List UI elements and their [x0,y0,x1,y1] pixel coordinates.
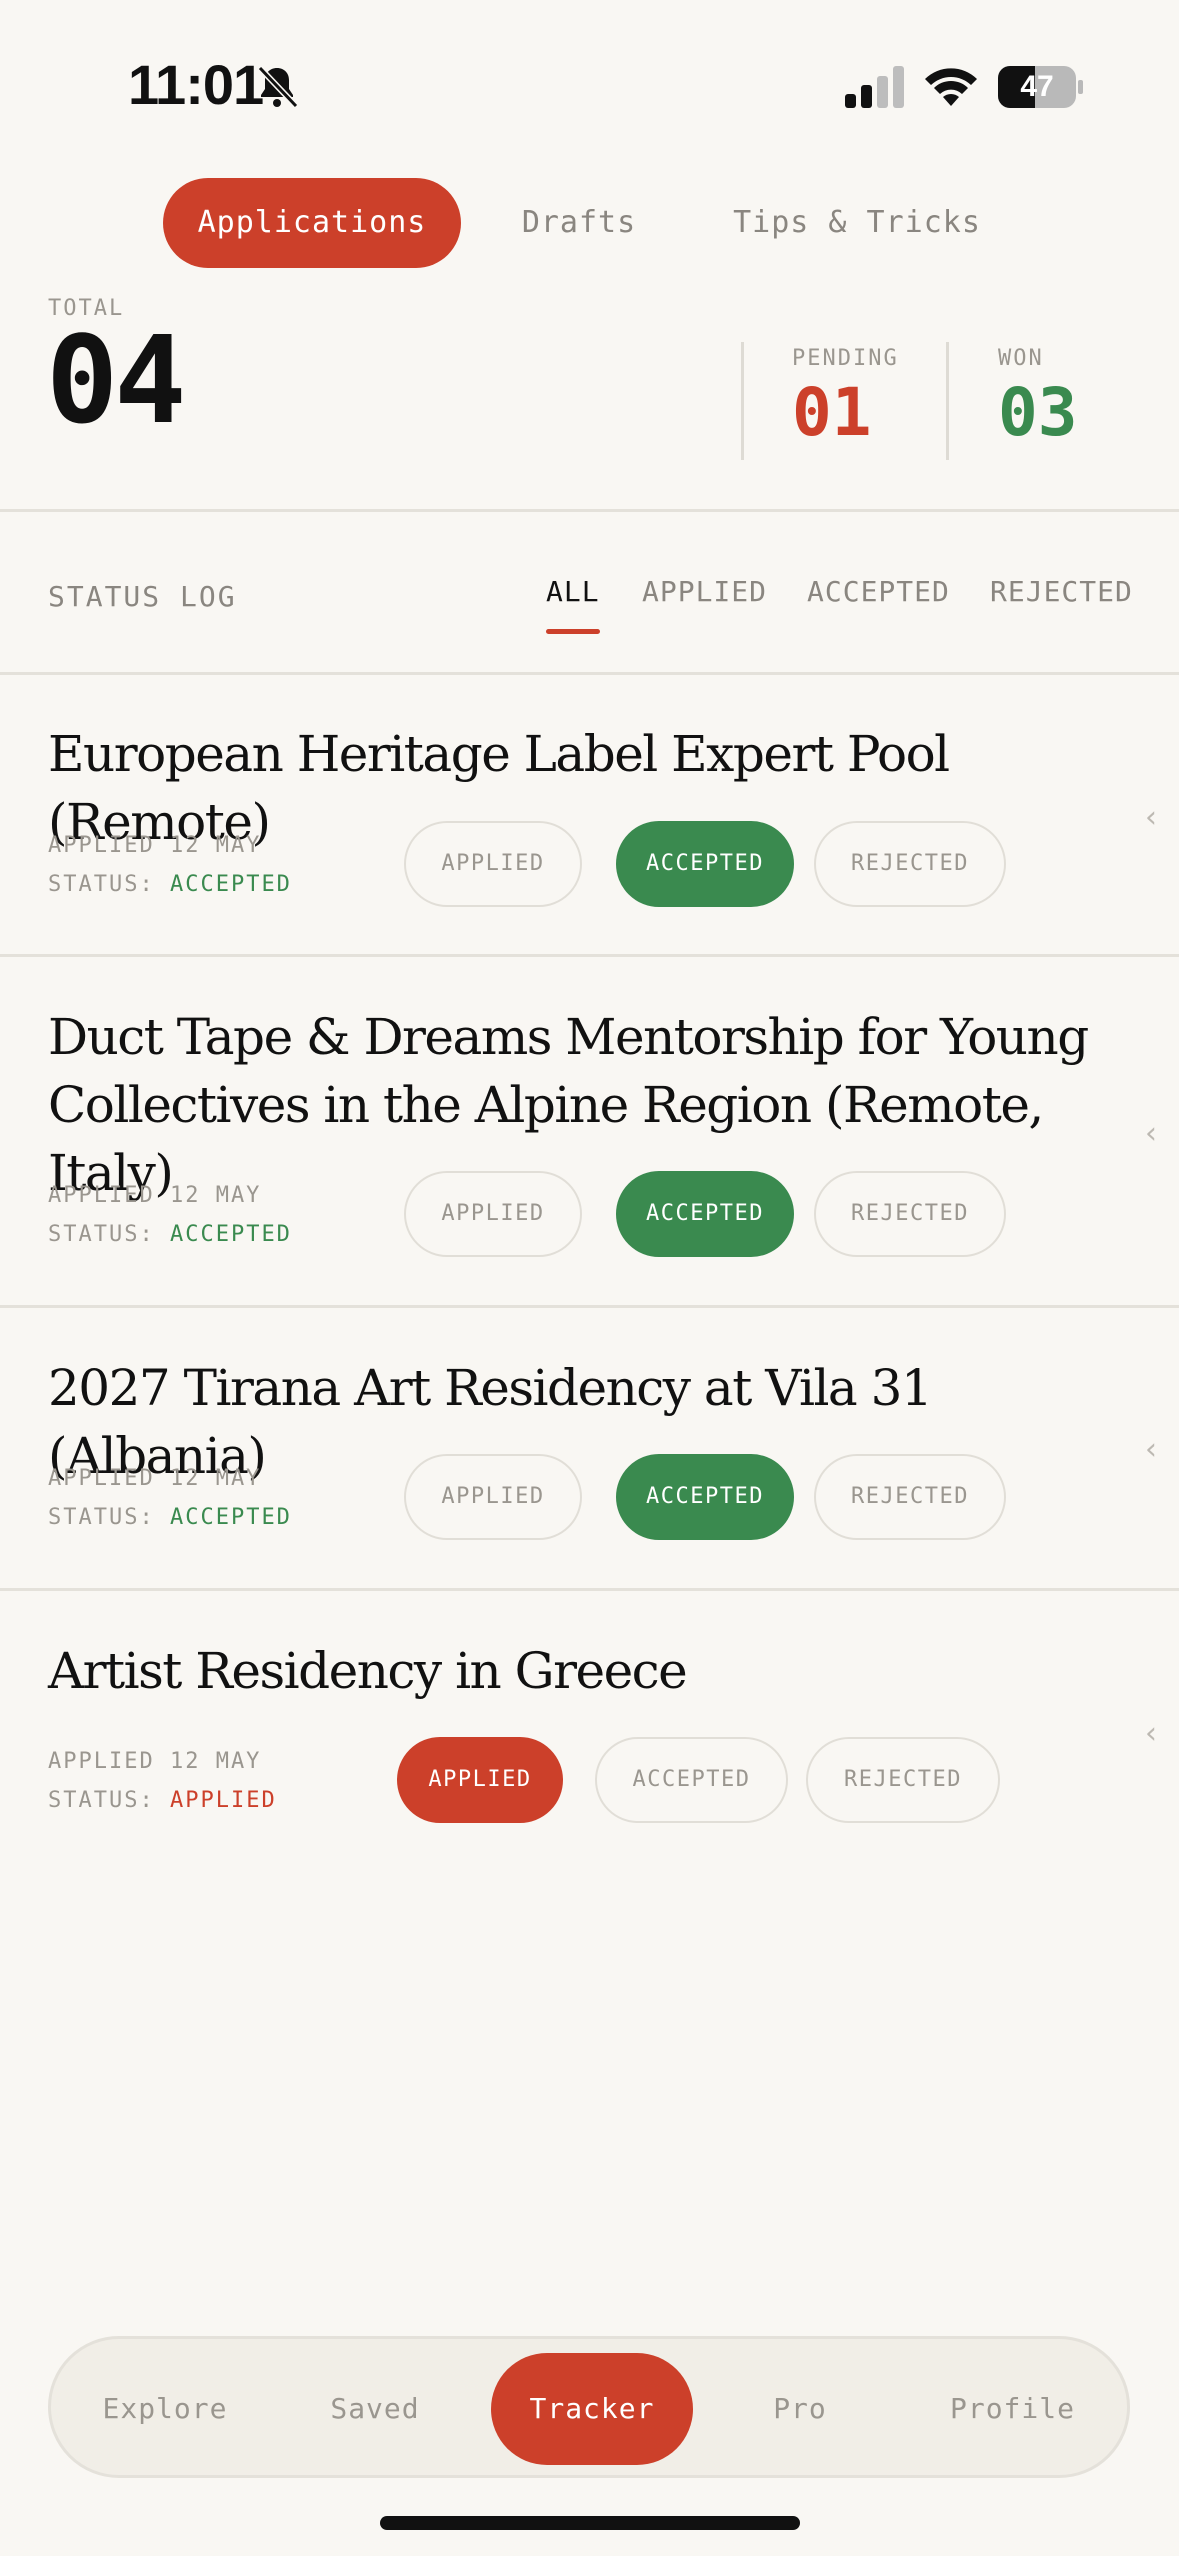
application-title[interactable]: Artist Residency in Greece [48,1637,1108,1705]
status-line: STATUS: ACCEPTED [48,865,292,904]
status-log-title: STATUS LOG [48,580,237,613]
status-line: STATUS: ACCEPTED [48,1215,292,1254]
filter-rejected[interactable]: REJECTED [990,575,1133,608]
accepted-button[interactable]: ACCEPTED [616,821,794,907]
applied-button[interactable]: APPLIED [404,821,582,907]
chevron-left-icon[interactable]: ‹ [1145,1116,1157,1151]
battery-icon: 47 [998,66,1076,108]
application-meta: APPLIED 12 MAY STATUS: ACCEPTED [48,826,292,904]
applied-date: APPLIED 12 MAY [48,833,262,858]
applied-button[interactable]: APPLIED [404,1171,582,1257]
nav-profile[interactable]: Profile [920,2353,1105,2465]
total-count: 04 [46,312,186,451]
tab-drafts[interactable]: Drafts [500,178,658,268]
applied-date: APPLIED 12 MAY [48,1466,262,1491]
won-label: WON [998,346,1044,371]
applied-button[interactable]: APPLIED [404,1454,582,1540]
stats-divider [946,342,949,460]
applied-date: APPLIED 12 MAY [48,1749,262,1774]
status-label: STATUS: [48,1222,155,1247]
won-count: 03 [998,374,1078,451]
nav-pro[interactable]: Pro [720,2353,880,2465]
status-label: STATUS: [48,1505,155,1530]
nav-explore[interactable]: Explore [70,2353,260,2465]
accepted-button[interactable]: ACCEPTED [595,1737,788,1823]
cellular-signal-icon [845,66,904,108]
tab-applications[interactable]: Applications [163,178,461,268]
home-indicator [380,2516,800,2530]
active-filter-underline [546,629,600,634]
status-line: STATUS: ACCEPTED [48,1498,292,1537]
status-time: 11:01 [128,53,264,116]
nav-tracker[interactable]: Tracker [491,2353,693,2465]
divider [0,672,1179,675]
wifi-icon [925,68,977,106]
battery-level: 47 [1020,70,1054,103]
divider [0,509,1179,512]
status-line: STATUS: APPLIED [48,1781,277,1820]
status-value: ACCEPTED [169,1505,292,1530]
tab-tips-and-tricks[interactable]: Tips & Tricks [718,178,996,268]
chevron-left-icon[interactable]: ‹ [1145,1432,1157,1467]
application-meta: APPLIED 12 MAY STATUS: ACCEPTED [48,1459,292,1537]
rejected-button[interactable]: REJECTED [814,1454,1006,1540]
applied-button[interactable]: APPLIED [397,1737,563,1823]
rejected-button[interactable]: REJECTED [814,821,1006,907]
divider [0,1588,1179,1591]
application-meta: APPLIED 12 MAY STATUS: APPLIED [48,1742,277,1820]
status-value: APPLIED [169,1788,277,1813]
divider [0,954,1179,957]
divider [0,1305,1179,1308]
nav-saved[interactable]: Saved [290,2353,460,2465]
status-value: ACCEPTED [169,872,292,897]
status-value: ACCEPTED [169,1222,292,1247]
accepted-button[interactable]: ACCEPTED [616,1454,794,1540]
battery-cap [1078,80,1083,94]
stats-divider [741,342,744,460]
filter-accepted[interactable]: ACCEPTED [807,575,950,608]
rejected-button[interactable]: REJECTED [814,1171,1006,1257]
applied-date: APPLIED 12 MAY [48,1183,262,1208]
filter-applied[interactable]: APPLIED [642,575,767,608]
bell-slash-icon [257,65,299,109]
accepted-button[interactable]: ACCEPTED [616,1171,794,1257]
status-label: STATUS: [48,1788,155,1813]
filter-all[interactable]: ALL [546,575,600,608]
application-meta: APPLIED 12 MAY STATUS: ACCEPTED [48,1176,292,1254]
pending-count: 01 [792,374,872,451]
status-label: STATUS: [48,872,155,897]
pending-label: PENDING [792,346,899,371]
chevron-left-icon[interactable]: ‹ [1145,1716,1157,1751]
chevron-left-icon[interactable]: ‹ [1145,800,1157,835]
rejected-button[interactable]: REJECTED [806,1737,1000,1823]
